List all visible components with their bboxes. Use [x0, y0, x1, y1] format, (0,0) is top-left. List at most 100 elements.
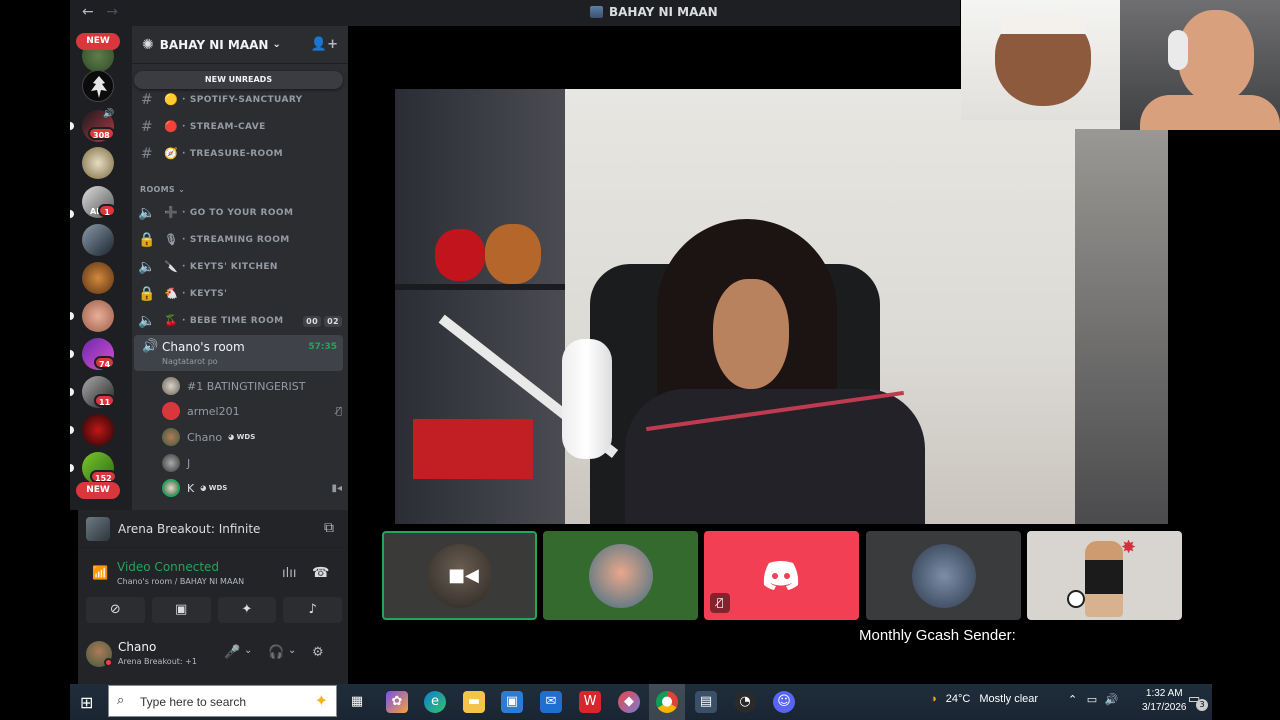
server-icon[interactable] [82, 414, 114, 446]
stream-overlay-text: Monthly Gcash Sender: [859, 627, 1016, 644]
voice-channel-go-to-your-room[interactable]: 🔈 ➕ · GO TO YOUR ROOM [138, 202, 342, 224]
add-member-icon[interactable]: 👤+ [311, 37, 338, 52]
voice-member[interactable]: armel201 🎙̸ [162, 400, 342, 422]
activities-button[interactable]: ✦ [217, 597, 277, 623]
volume-icon[interactable]: 🔊 [1105, 693, 1119, 706]
screen-share-button[interactable]: ▣ [151, 597, 211, 623]
app-icon[interactable]: ◆ [618, 691, 640, 713]
new-badge-bottom[interactable]: NEW [76, 482, 120, 499]
discord-window-icon[interactable]: ▤ [695, 691, 717, 713]
search-placeholder: Type here to search [140, 695, 247, 709]
screen: ← → BAHAY NI MAAN NEW 🔊 308 AL 1 74 11 1… [0, 0, 1280, 720]
discord-icon[interactable]: ☺ [773, 691, 795, 713]
voice-channel-streaming-room[interactable]: 🔒 🎙 · STREAMING ROOM [138, 229, 342, 251]
noise-suppression-icon[interactable]: ılıı [282, 566, 296, 581]
server-icon[interactable] [82, 300, 114, 332]
taskbar-clock[interactable]: 1:32 AM 3/17/2026 [1142, 687, 1187, 715]
headphones-icon [1168, 30, 1188, 70]
unread-pill [70, 312, 74, 320]
network-icon[interactable]: ▭ [1087, 693, 1097, 706]
hashtag-icon: # [140, 92, 154, 108]
video-scene-plush [485, 224, 541, 284]
server-tag: ◕ WDS [228, 433, 256, 441]
camera-off-button[interactable]: ⊘ [86, 597, 145, 623]
chevron-down-icon[interactable]: ⌄ [244, 645, 252, 656]
windows-start-icon[interactable]: ⊞ [80, 693, 93, 712]
mention-count: 11 [94, 394, 116, 407]
video-scene-microphone [562, 339, 612, 459]
sparkle-icon: ✦ [314, 691, 328, 710]
new-unreads-bar[interactable]: NEW UNREADS [134, 71, 343, 89]
server-icon-emblem[interactable] [82, 70, 114, 102]
profile-row: Chano Arena Breakout: +1 🎤 ⌄ 🎧 ⌄ ⚙ [78, 634, 348, 674]
separator-dot: · [182, 208, 186, 218]
server-icon[interactable] [82, 147, 114, 179]
channel-spotify-sanctuary[interactable]: # 🟡 · SPOTIFY-SANCTUARY [138, 89, 342, 111]
taskbar-search[interactable]: ⌕ Type here to search ✦ [108, 685, 337, 717]
share-screen-icon[interactable]: ⧉ [324, 520, 334, 536]
server-thumbnail-icon [590, 6, 603, 18]
speaker-icon: 🔈 [138, 205, 156, 221]
participant-tile-self[interactable]: ■◀ [382, 531, 537, 620]
forward-arrow-icon[interactable]: → [106, 4, 118, 20]
weather-icon: ◑ [930, 693, 937, 705]
server-settings-icon: ✺ [142, 36, 154, 53]
gear-icon[interactable]: ⚙ [312, 645, 324, 660]
webcam-feed-b [1120, 0, 1280, 130]
voice-member[interactable]: J [162, 452, 342, 474]
channel-treasure-room[interactable]: # 🧭 · TREASURE-ROOM [138, 143, 342, 165]
webcam-cap [1001, 14, 1085, 34]
participant-tile[interactable]: ✸ [1027, 531, 1182, 620]
disconnect-icon[interactable]: ☎ [312, 565, 329, 581]
speedometer-icon[interactable]: ◔ [734, 691, 756, 713]
participant-tile[interactable] [543, 531, 698, 620]
store-icon[interactable]: ▣ [501, 691, 523, 713]
channel-stream-cave[interactable]: # 🔴 · STREAM-CAVE [138, 116, 342, 138]
status-dot [104, 658, 113, 667]
copilot-icon[interactable]: ✿ [386, 691, 408, 713]
weather-widget[interactable]: ◑ 24°C Mostly clear [930, 693, 1038, 705]
category-rooms[interactable]: ROOMS ⌄ [140, 185, 185, 194]
main-video-stream[interactable] [395, 89, 1168, 524]
channel-name: GO TO YOUR ROOM [189, 208, 294, 218]
avatar [162, 377, 180, 395]
right-black-strip [1212, 684, 1280, 720]
voice-location: Chano's room / BAHAY NI MAAN [117, 577, 245, 586]
video-scene-boxes [413, 419, 533, 479]
voice-member[interactable]: Chano ◕ WDS [162, 426, 342, 448]
server-header[interactable]: ✺ BAHAY NI MAAN ⌄ 👤+ [132, 26, 348, 64]
participant-tile[interactable]: 🎙̸ [704, 531, 859, 620]
member-name: armel201 [187, 404, 240, 418]
back-arrow-icon[interactable]: ← [82, 4, 94, 20]
notification-center-icon[interactable]: ▭ 3 [1188, 692, 1208, 711]
mail-icon[interactable]: ✉ [540, 691, 562, 713]
voice-status[interactable]: Video Connected [117, 560, 219, 574]
voice-channel-keyts-kitchen[interactable]: 🔈 🔪 · KEYTS' KITCHEN [138, 256, 342, 278]
soundboard-button[interactable]: ♪ [283, 597, 342, 623]
voice-member[interactable]: #1 BATINGTINGERIST [162, 375, 342, 397]
unread-pill [70, 210, 74, 218]
nav-arrows: ← → [82, 4, 126, 20]
voice-member[interactable]: K ◕ WDS ▮◂ [162, 477, 342, 499]
voice-channel-keyts[interactable]: 🔒 🐔 · KEYTS' [138, 283, 342, 305]
server-icon[interactable] [82, 262, 114, 294]
profile-name[interactable]: Chano [118, 640, 156, 654]
voice-channel-bebe-time-room[interactable]: 🔈 🍒 · BEBE TIME ROOM 00 02 [138, 310, 342, 332]
wps-office-icon[interactable]: W [579, 691, 601, 713]
chrome-icon[interactable]: ● [656, 691, 678, 713]
clock-time: 1:32 AM [1145, 688, 1183, 699]
headphones-icon[interactable]: 🎧 [268, 645, 284, 660]
new-badge-top[interactable]: NEW [76, 33, 120, 50]
channel-emoji: 🐔 [164, 287, 179, 300]
chevron-down-icon[interactable]: ⌄ [288, 645, 296, 656]
task-view-icon[interactable]: ▦ [346, 691, 368, 713]
voice-channel-chanos-room[interactable]: 🔊 Chano's room Nagtatarot po 57:35 [134, 335, 343, 371]
hashtag-icon: # [140, 119, 154, 135]
edge-icon[interactable]: e [424, 691, 446, 713]
member-name: K [187, 481, 195, 495]
chevron-up-icon[interactable]: ⌃ [1068, 693, 1077, 706]
microphone-icon[interactable]: 🎤 [224, 645, 240, 660]
server-icon[interactable] [82, 224, 114, 256]
file-explorer-icon[interactable]: ▬ [463, 691, 485, 713]
participant-tile[interactable] [866, 531, 1021, 620]
